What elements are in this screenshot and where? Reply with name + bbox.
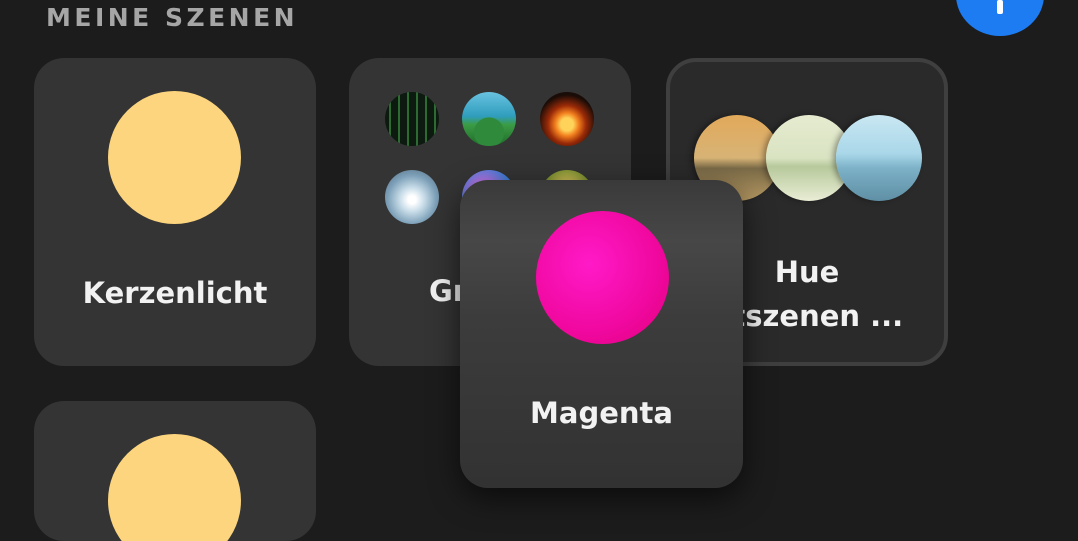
scene-color-circle	[536, 211, 669, 344]
scene-color-circle	[108, 434, 241, 541]
scene-card[interactable]	[34, 401, 316, 541]
scene-label: Kerzenlicht	[82, 276, 268, 310]
coast-thumbnail	[462, 92, 516, 146]
section-title: MEINE SZENEN	[46, 3, 299, 32]
landscape-thumbnail	[836, 115, 922, 201]
scene-label: Magenta	[530, 396, 673, 430]
matrix-thumbnail	[385, 92, 439, 146]
sky-thumbnail	[385, 170, 439, 224]
campfire-thumbnail	[540, 92, 594, 146]
add-scene-button[interactable]	[956, 0, 1044, 36]
plus-icon	[997, 0, 1003, 14]
scene-color-circle	[108, 91, 241, 224]
scene-card-magenta-dragging[interactable]: Magenta	[460, 180, 743, 488]
scene-card-kerzenlicht[interactable]: Kerzenlicht	[34, 58, 316, 366]
